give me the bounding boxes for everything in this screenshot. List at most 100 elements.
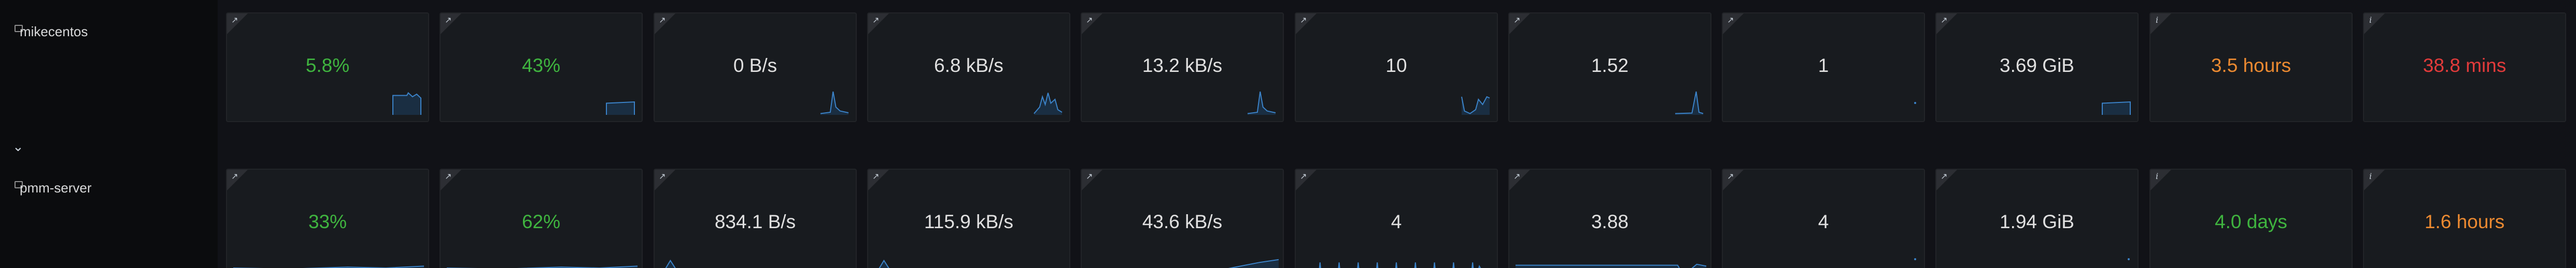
sparkline (447, 265, 638, 268)
stat-panel[interactable]: ↗ 4 (1722, 169, 1925, 268)
sparkline-area (666, 260, 675, 268)
sparkline-area (1034, 93, 1062, 115)
sparkline (1247, 91, 1276, 115)
sparkline (233, 265, 424, 268)
sparkline (1516, 263, 1707, 268)
sparkline (1228, 259, 1279, 268)
sparkline (1319, 262, 1481, 268)
stat-panel[interactable]: ↗ 3.88 (1508, 169, 1711, 268)
stat-value: 62% (521, 211, 561, 232)
external-link-icon[interactable]: ↗ (659, 173, 666, 181)
host-name-label: mikecentos (20, 24, 88, 39)
external-link-icon[interactable]: ↗ (1941, 17, 1947, 25)
stat-value: 1.6 hours (2424, 211, 2505, 232)
stat-value: 38.8 mins (2423, 55, 2507, 76)
sparkline-area (879, 260, 889, 268)
sparkline (392, 92, 421, 115)
sparkline (2128, 258, 2130, 260)
sparkline-dot (2128, 258, 2130, 260)
panel-corner (2364, 170, 2385, 190)
stat-panel[interactable]: ↗ 115.9 kB/s (867, 169, 1070, 268)
stat-panel[interactable]: ↗ 1.52 (1508, 12, 1711, 122)
sparkline (665, 259, 676, 268)
stat-panel[interactable]: i 38.8 mins (2363, 12, 2566, 122)
stat-panel[interactable]: ↗ 33% (226, 169, 429, 268)
panel-corner (2364, 13, 2385, 34)
stat-panel[interactable]: i 4.0 days (2149, 169, 2353, 268)
stat-value: 115.9 kB/s (924, 211, 1014, 232)
external-link-icon[interactable]: ↗ (659, 17, 666, 25)
stat-value: 1 (1818, 55, 1829, 76)
external-link-icon[interactable]: ↗ (1727, 173, 1734, 181)
external-link-icon[interactable]: ↗ (872, 17, 879, 25)
info-icon[interactable]: i (2369, 16, 2372, 24)
stat-value: 33% (308, 211, 347, 232)
sparkline-area (393, 93, 421, 115)
stat-panel[interactable]: ↗ 0 B/s (654, 12, 857, 122)
stat-value: 4.0 days (2215, 211, 2287, 232)
external-link-icon[interactable]: ↗ (1300, 173, 1307, 181)
sparkline (1034, 93, 1063, 115)
stat-panel[interactable]: ↗ 1.94 GiB (1935, 169, 2139, 268)
sparkline (1914, 102, 1916, 104)
external-link-icon[interactable]: ↗ (1086, 173, 1093, 181)
sparkline-line (879, 259, 889, 268)
stat-panel[interactable]: ↗ 5.8% (226, 12, 429, 122)
sparkline-line (1675, 91, 1704, 114)
external-link-icon[interactable]: ↗ (445, 173, 451, 181)
sparkline-area (1319, 262, 1481, 268)
stat-panel[interactable]: ↗ 4 (1295, 169, 1498, 268)
panel-corner (2150, 170, 2171, 190)
stat-panel[interactable]: ↗ 1 (1722, 12, 1925, 122)
stat-value: 43% (521, 55, 561, 76)
chevron-down-icon[interactable]: ⌄ (12, 140, 24, 153)
external-link-icon[interactable]: ↗ (1941, 173, 1947, 181)
info-icon[interactable]: i (2156, 16, 2158, 24)
info-icon[interactable]: i (2156, 172, 2158, 181)
stat-panel[interactable]: ↗ 62% (440, 169, 643, 268)
stat-panel[interactable]: ↗ 13.2 kB/s (1081, 12, 1284, 122)
sparkline (879, 259, 889, 268)
sparkline (1675, 91, 1704, 115)
external-link-icon[interactable]: ↗ (1300, 17, 1307, 25)
stat-value: 4 (1818, 211, 1829, 232)
sparkline (820, 91, 849, 115)
sparkline-dot (1914, 102, 1916, 104)
stat-panel[interactable]: ↗ 43.6 kB/s (1081, 169, 1284, 268)
stat-panel[interactable]: i 1.6 hours (2363, 169, 2566, 268)
sparkline-line (447, 265, 638, 268)
stat-value: 10 (1385, 55, 1407, 76)
stat-panel[interactable]: ↗ 43% (440, 12, 643, 122)
stat-value: 13.2 kB/s (1142, 55, 1223, 76)
stat-value: 1.94 GiB (2000, 211, 2074, 232)
sparkline-area (2102, 102, 2130, 115)
sparkline-dot (1914, 258, 1916, 260)
info-icon[interactable]: i (2369, 172, 2372, 181)
external-link-icon[interactable]: ↗ (872, 173, 879, 181)
external-link-icon[interactable]: ↗ (1086, 17, 1093, 25)
host-column: mikecentos ⌄ pmm-server (0, 0, 218, 268)
stat-value: 3.69 GiB (2000, 55, 2074, 76)
external-link-icon[interactable]: ↗ (445, 17, 451, 25)
stat-value: 0 B/s (733, 55, 777, 76)
stat-value: 43.6 kB/s (1142, 211, 1223, 232)
stat-value: 3.5 hours (2211, 55, 2291, 76)
stat-panel[interactable]: ↗ 834.1 B/s (654, 169, 857, 268)
stat-panel[interactable]: ↗ 3.69 GiB (1935, 12, 2139, 122)
stat-panel[interactable]: ↗ 6.8 kB/s (867, 12, 1070, 122)
external-link-icon[interactable]: ↗ (1513, 17, 1520, 25)
panel-corner (2150, 13, 2171, 34)
stat-value: 1.52 (1591, 55, 1629, 76)
stat-panel[interactable]: ↗ 10 (1295, 12, 1498, 122)
sparkline-line (665, 259, 676, 268)
external-link-icon[interactable]: ↗ (1727, 17, 1734, 25)
stat-panel[interactable]: i 3.5 hours (2149, 12, 2353, 122)
external-link-icon[interactable]: ↗ (1513, 173, 1520, 181)
sparkline (2102, 101, 2131, 115)
external-link-icon[interactable]: ↗ (231, 17, 238, 25)
external-link-icon[interactable]: ↗ (231, 173, 238, 181)
stat-value: 4 (1391, 211, 1402, 232)
stat-value: 6.8 kB/s (934, 55, 1003, 76)
stat-value: 3.88 (1591, 211, 1629, 232)
sparkline-line (233, 265, 424, 268)
